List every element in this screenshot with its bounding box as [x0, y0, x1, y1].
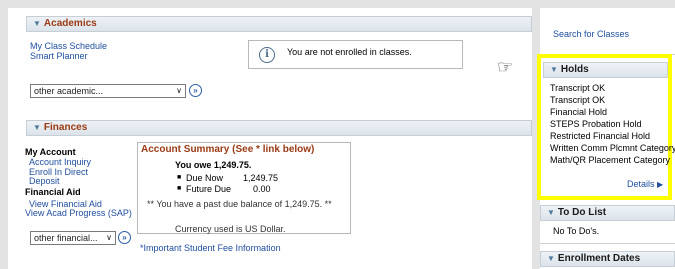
other-financial-select[interactable]: other financial... ∨	[30, 231, 116, 245]
finances-title: Finances	[43, 122, 88, 133]
triangle-down-icon: ▼	[33, 123, 41, 132]
chevron-down-icon: ∨	[106, 233, 112, 242]
academics-header[interactable]: ▼ Academics	[26, 16, 532, 32]
search-for-classes-link[interactable]: Search for Classes	[553, 29, 629, 39]
todo-title: To Do List	[557, 207, 607, 218]
left-gutter	[0, 0, 8, 269]
todo-empty-text: No To Do's.	[553, 226, 600, 236]
currency-notice: Currency used is US Dollar.	[175, 224, 286, 234]
info-icon: i	[259, 47, 275, 63]
triangle-down-icon: ▼	[547, 254, 555, 263]
bullet-icon: ■	[177, 185, 182, 192]
triangle-down-icon: ▼	[547, 208, 555, 217]
future-due-value: 0.00	[253, 184, 271, 194]
hold-item: Restricted Financial Hold	[550, 131, 651, 141]
academic-go-button[interactable]: »	[189, 84, 202, 97]
view-acad-progress-link[interactable]: View Acad Progress (SAP)	[25, 208, 132, 218]
my-account-label: My Account	[25, 147, 76, 157]
holds-title: Holds	[560, 64, 589, 75]
triangle-down-icon: ▼	[550, 65, 558, 74]
holds-header[interactable]: ▼ Holds	[543, 62, 668, 78]
hold-item: Math/QR Placement Category	[550, 155, 671, 165]
account-summary-box: Account Summary (See * link below) You o…	[137, 142, 351, 234]
future-due-label: Future Due	[186, 184, 232, 194]
select-value: other academic...	[34, 86, 104, 96]
details-label: Details	[627, 179, 655, 189]
my-class-schedule-link[interactable]: My Class Schedule	[30, 41, 107, 51]
hold-item: Transcript OK	[550, 83, 606, 93]
top-strip	[0, 0, 675, 8]
divider	[540, 243, 675, 244]
pointing-hand-icon: ☞	[497, 57, 514, 77]
enrollment-dates-header[interactable]: ▼ Enrollment Dates	[540, 251, 675, 267]
hold-item: STEPS Probation Hold	[550, 119, 642, 129]
finances-header[interactable]: ▼ Finances	[26, 120, 532, 136]
due-now-label: Due Now	[186, 173, 224, 183]
financial-go-button[interactable]: »	[118, 231, 131, 244]
past-due-notice: ** You have a past due balance of 1,249.…	[147, 199, 332, 209]
triangle-down-icon: ▼	[33, 19, 41, 28]
enrollment-dates-title: Enrollment Dates	[557, 253, 641, 264]
enrollment-notice: i You are not enrolled in classes.	[248, 40, 463, 69]
hold-item: Transcript OK	[550, 95, 606, 105]
todo-header[interactable]: ▼ To Do List	[540, 205, 675, 221]
hold-item: Written Comm Plcmnt Category	[550, 143, 675, 153]
amount-owed: You owe 1,249.75.	[175, 160, 252, 170]
hold-item: Financial Hold	[550, 107, 608, 117]
academics-title: Academics	[43, 18, 97, 29]
student-fee-info-link[interactable]: *Important Student Fee Information	[140, 243, 281, 253]
account-inquiry-link[interactable]: Account Inquiry	[29, 157, 91, 167]
due-now-value: 1,249.75	[243, 173, 279, 183]
other-academic-select[interactable]: other academic... ∨	[30, 84, 186, 98]
account-summary-title: Account Summary (See * link below)	[141, 144, 315, 155]
arrow-right-icon: ▶	[657, 180, 664, 189]
select-value: other financial...	[34, 233, 98, 243]
chevron-down-icon: ∨	[176, 86, 182, 95]
deposit-link[interactable]: Deposit	[29, 176, 60, 186]
smart-planner-link[interactable]: Smart Planner	[30, 51, 88, 61]
holds-details-link[interactable]: Details ▶	[627, 179, 663, 189]
notice-text: You are not enrolled in classes.	[287, 47, 412, 57]
financial-aid-label: Financial Aid	[25, 187, 81, 197]
bullet-icon: ■	[177, 174, 182, 181]
